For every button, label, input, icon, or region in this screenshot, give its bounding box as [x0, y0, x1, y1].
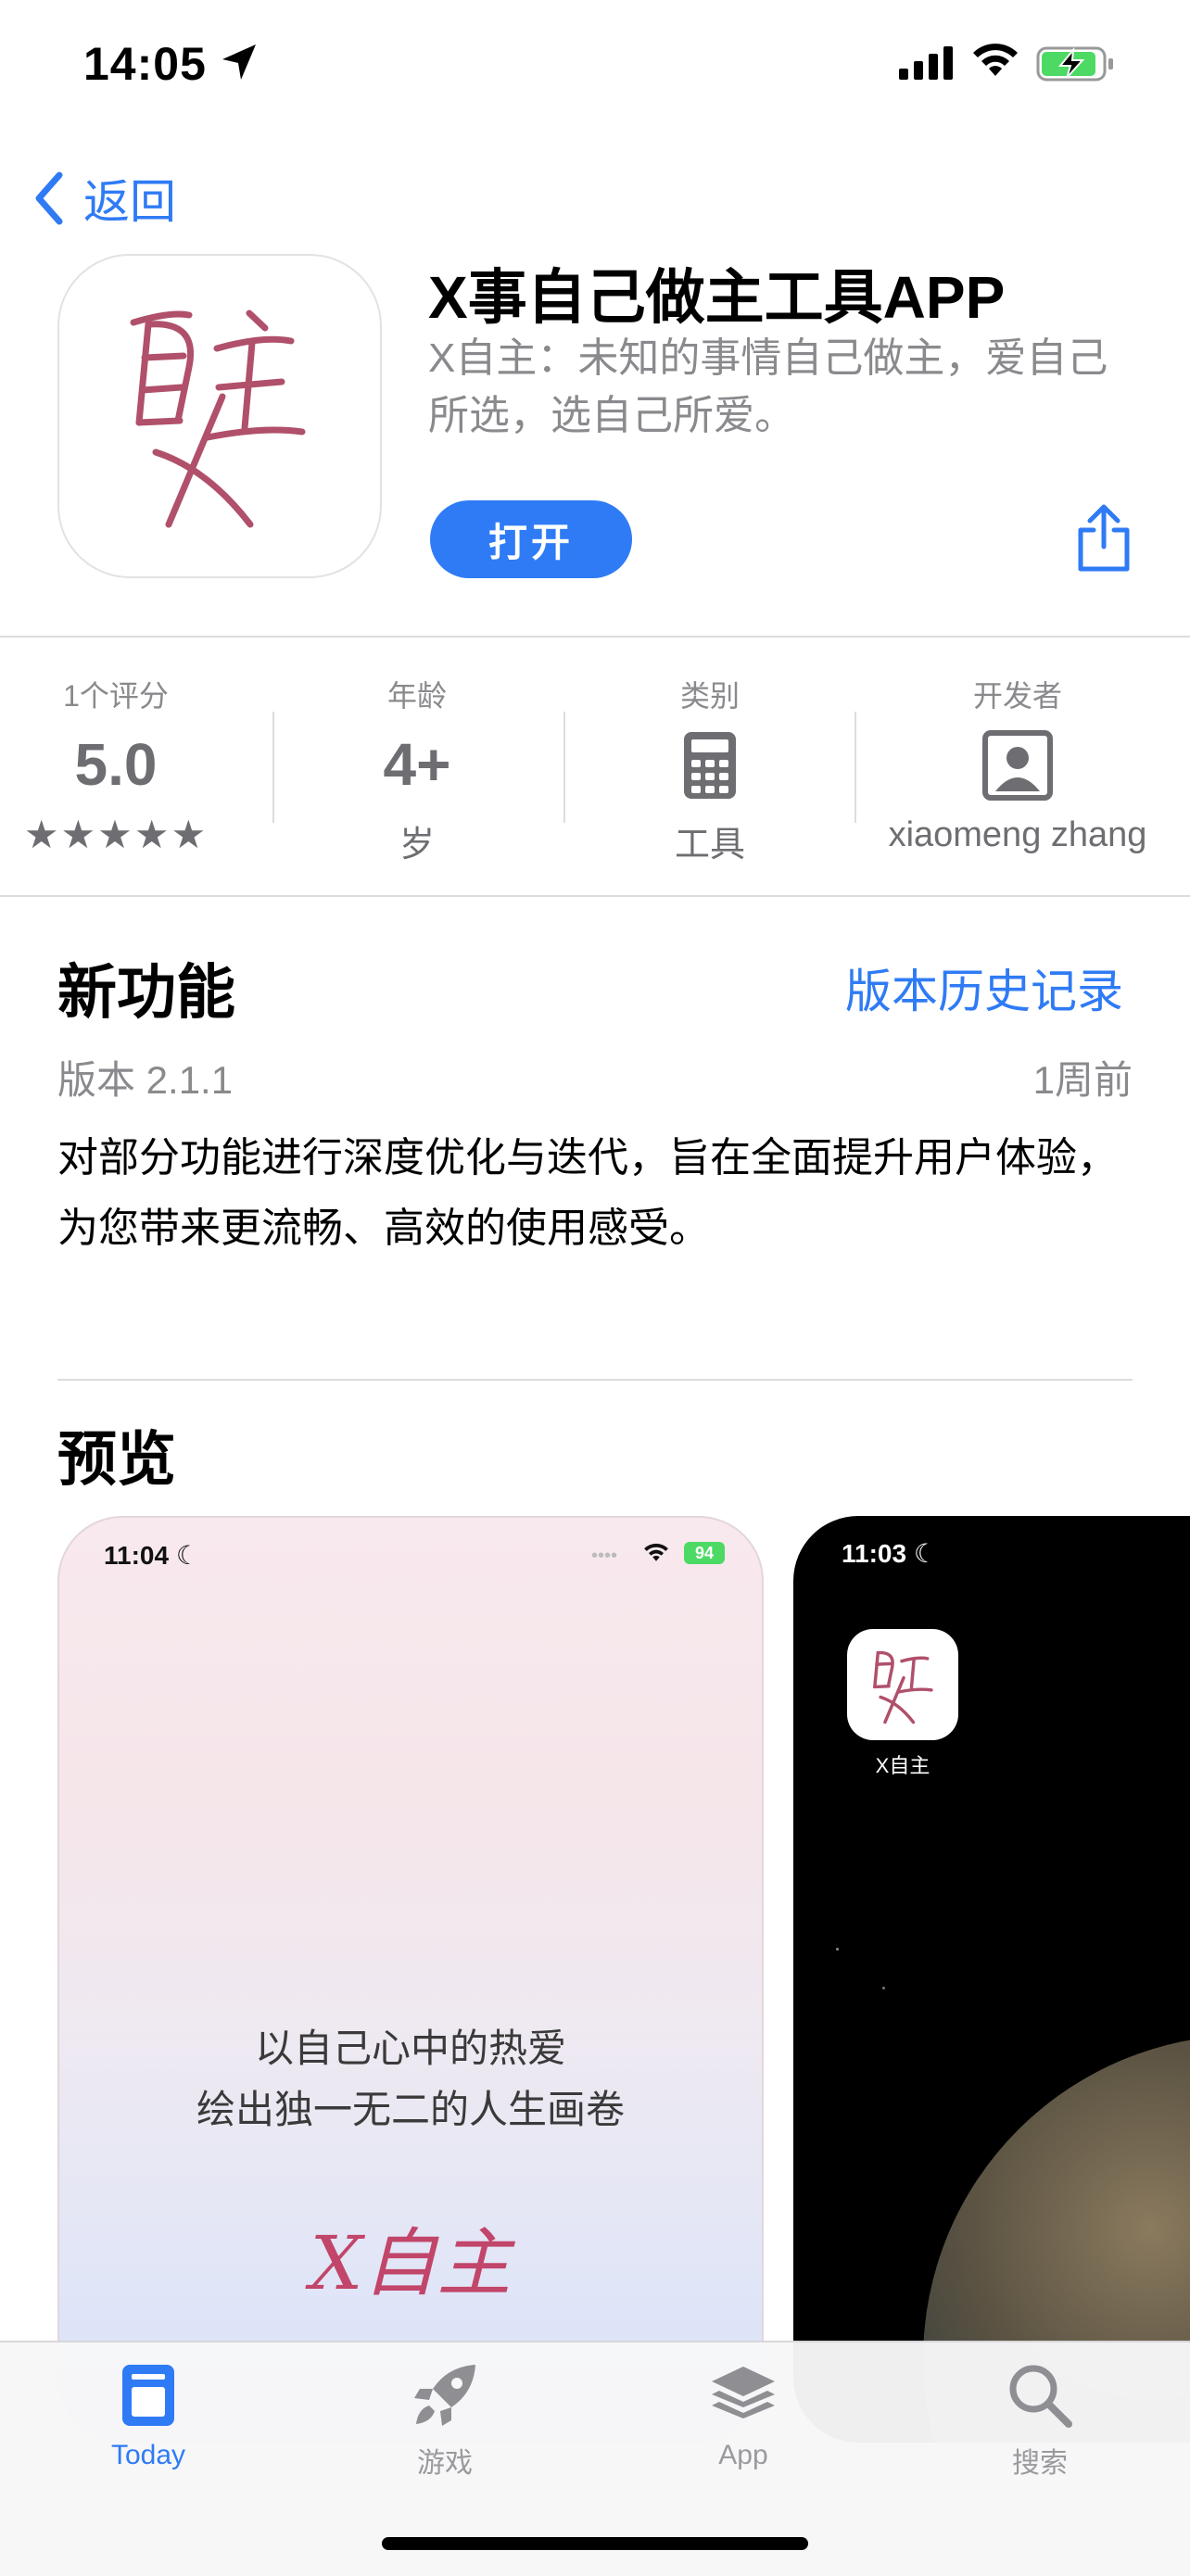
app-icon — [57, 254, 382, 578]
tagline-line-2: 绘出独一无二的人生画卷 — [196, 2088, 625, 2131]
tagline-line-1: 以自己心中的热爱 — [254, 2027, 566, 2070]
divider — [563, 712, 565, 823]
star-dot — [882, 1987, 885, 1989]
moon-icon: ☾ — [175, 1541, 199, 1570]
preview-heading: 预览 — [57, 1426, 176, 1493]
developer-name: xiaomeng zhang — [888, 815, 1147, 854]
back-label: 返回 — [83, 176, 176, 228]
open-button[interactable]: 打开 — [430, 500, 632, 578]
today-icon — [122, 2365, 174, 2426]
preview-screenshot-1[interactable]: 11:04 ☾ •••• 94 以自己心中的热爱 绘出独一无二的人生画卷 X自主 — [57, 1516, 764, 2443]
divider — [272, 712, 274, 823]
tab-label: App — [718, 2440, 768, 2470]
divider — [0, 636, 1190, 638]
app-stack-icon — [712, 2367, 775, 2418]
release-notes: 对部分功能进行深度优化与迭代，旨在全面提升用户体验，为您带来更流畅、高效的使用感… — [57, 1135, 1118, 1251]
app-logo-signature — [873, 1650, 933, 1724]
divider — [0, 895, 1190, 897]
app-title: X事自己做主工具APP — [428, 264, 1006, 331]
location-arrow-icon — [222, 44, 256, 80]
tab-games[interactable]: 游戏 — [352, 2361, 538, 2481]
age-value: 4+ — [383, 731, 451, 798]
screenshot-tagline: 以自己心中的热爱 绘出独一无二的人生画卷 — [59, 2018, 762, 2140]
tab-apps[interactable]: App — [651, 2361, 836, 2471]
stats-row: 1个评分 5.0 ★★★★★ 年龄 4+ 岁 类别 工具 开发者 xiaomen… — [0, 639, 1190, 895]
back-button[interactable]: 返回 — [33, 165, 176, 232]
developer-person-icon — [982, 730, 1053, 801]
stat-ratings[interactable]: 1个评分 5.0 ★★★★★ — [0, 639, 232, 895]
ratings-count-label: 1个评分 — [63, 679, 169, 713]
battery-badge: 94 — [684, 1542, 725, 1564]
search-icon — [1009, 2365, 1072, 2428]
preview-screenshot-2[interactable]: 11:03 ☾ X自主 — [793, 1516, 1190, 2443]
developer-label: 开发者 — [972, 679, 1062, 713]
star-dot — [836, 1948, 839, 1951]
calculator-icon — [684, 732, 736, 799]
stat-developer[interactable]: 开发者 xiaomeng zhang — [869, 639, 1166, 895]
tab-label: 游戏 — [417, 2448, 473, 2479]
rocket-icon — [414, 2365, 475, 2426]
rating-value: 5.0 — [74, 731, 158, 798]
battery-charging-icon — [1036, 46, 1113, 82]
stat-category[interactable]: 类别 工具 — [617, 639, 803, 895]
chevron-left-icon — [35, 171, 63, 225]
app-logo-signature — [130, 309, 306, 528]
tab-search[interactable]: 搜索 — [947, 2361, 1133, 2481]
stat-age[interactable]: 年龄 4+ 岁 — [324, 639, 510, 895]
home-indicator[interactable] — [382, 2537, 808, 2550]
version-history-link[interactable]: 版本历史记录 — [845, 954, 1123, 1021]
screenshot-time: 11:03 — [842, 1539, 907, 1568]
whats-new-heading: 新功能 — [57, 959, 235, 1026]
screenshot-time: 11:04 — [104, 1541, 170, 1570]
signature-logo: X自主 — [310, 2220, 512, 2306]
home-app-icon — [847, 1629, 958, 1740]
divider — [57, 1379, 1133, 1381]
release-time-ago: 1周前 — [1032, 1058, 1133, 1102]
wifi-icon — [973, 44, 1018, 76]
rating-stars: ★★★★★ — [23, 813, 209, 856]
category-label: 类别 — [679, 679, 740, 713]
home-app-label: X自主 — [875, 1754, 930, 1777]
app-subtitle: X自主：未知的事情自己做主，爱自己所选，选自己所爱。 — [428, 335, 1108, 438]
tab-today[interactable]: Today — [56, 2361, 241, 2471]
tab-label: Today — [110, 2440, 186, 2470]
tab-label: 搜索 — [1012, 2448, 1068, 2479]
moon-icon: ☾ — [913, 1539, 937, 1568]
category-value: 工具 — [674, 826, 745, 865]
divider — [855, 712, 856, 823]
cellular-signal-icon — [899, 46, 953, 80]
share-icon[interactable] — [1073, 502, 1134, 573]
age-label: 年龄 — [386, 679, 447, 713]
version-number: 版本 2.1.1 — [57, 1058, 234, 1102]
status-time: 14:05 — [83, 38, 207, 90]
wifi-icon — [644, 1543, 668, 1561]
signal-dots-icon: •••• — [591, 1546, 618, 1566]
age-unit: 岁 — [399, 826, 435, 865]
